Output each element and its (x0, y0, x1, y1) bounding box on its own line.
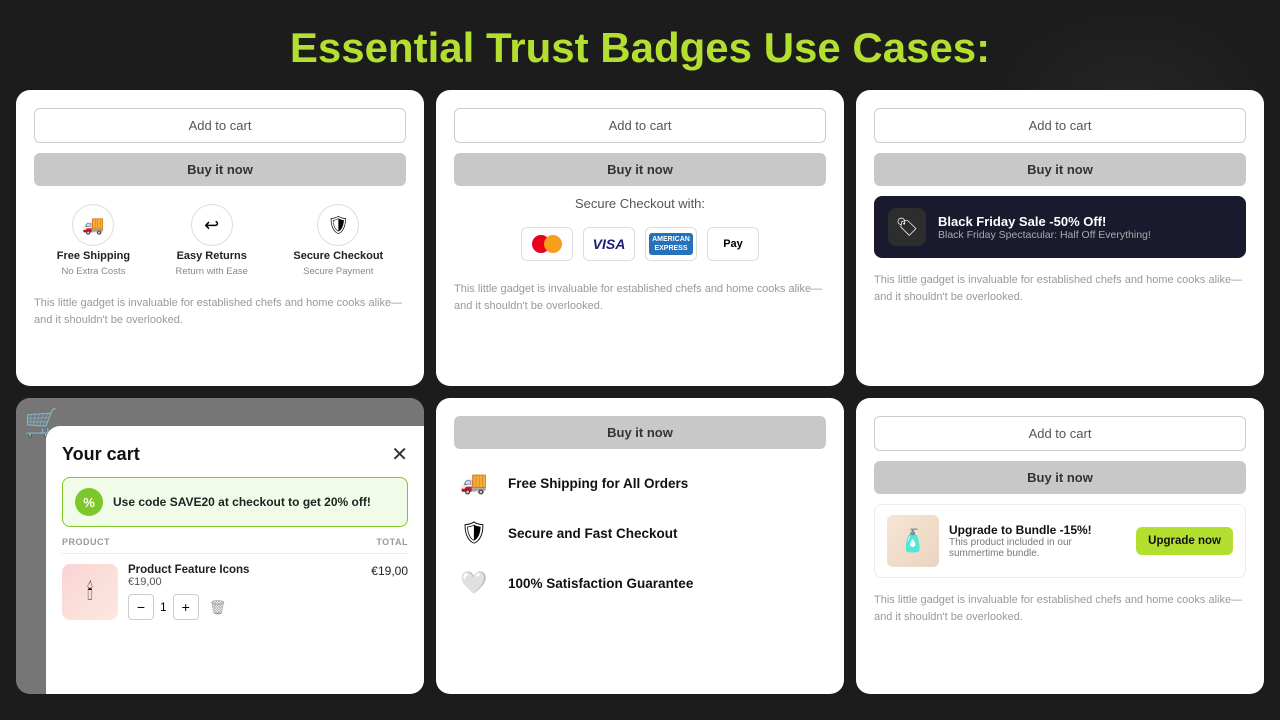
badge-secure: 🛡 Secure Checkout Secure Payment (293, 204, 383, 277)
mastercard-icon (521, 227, 573, 261)
card3-desc: This little gadget is invaluable for est… (874, 272, 1246, 305)
buy-now-button-1[interactable]: Buy it now (34, 153, 406, 186)
bundle-banner: 🧴 Upgrade to Bundle -15%! This product i… (874, 504, 1246, 578)
feature-satisfaction-icon: 🤍 (454, 563, 494, 603)
trust-icons-row: 🚚 Free Shipping No Extra Costs ↩ Easy Re… (34, 196, 406, 281)
promo-icon: % (75, 488, 103, 516)
cart-item-name: Product Feature Icons (128, 564, 361, 576)
bundle-title: Upgrade to Bundle -15%! (949, 523, 1126, 537)
feature-secure-label: Secure and Fast Checkout (508, 526, 678, 541)
buy-now-button-6[interactable]: Buy it now (874, 461, 1246, 494)
cart-popup: Your cart ✕ % Use code SAVE20 at checkou… (46, 426, 424, 694)
quantity-value: 1 (160, 600, 167, 614)
add-to-cart-button-2[interactable]: Add to cart (454, 108, 826, 143)
shipping-label: Free Shipping (57, 250, 130, 262)
card-trust-badges: Add to cart Buy it now 🚚 Free Shipping N… (16, 90, 424, 386)
promo-text: Use code SAVE20 at checkout to get 20% o… (113, 495, 371, 509)
bf-subtitle: Black Friday Spectacular: Half Off Every… (938, 229, 1151, 241)
card-bundle: Add to cart Buy it now 🧴 Upgrade to Bund… (856, 398, 1264, 694)
badge-shipping: 🚚 Free Shipping No Extra Costs (57, 204, 130, 277)
card1-desc: This little gadget is invaluable for est… (34, 295, 406, 328)
buy-now-button-3[interactable]: Buy it now (874, 153, 1246, 186)
apple-pay-icon: Pay (707, 227, 759, 261)
bf-badge-icon: 🏷 (888, 208, 926, 246)
cart-item-price: €19,00 (128, 576, 361, 588)
mc-orange-circle (544, 235, 562, 253)
bundle-subtitle: This product included in our summertime … (949, 537, 1126, 559)
card-features: Buy it now 🚚 Free Shipping for All Order… (436, 398, 844, 694)
quantity-decrease-button[interactable]: − (128, 594, 154, 620)
shipping-icon: 🚚 (72, 204, 114, 246)
remove-item-button[interactable]: 🗑 (209, 599, 227, 616)
card6-desc: This little gadget is invaluable for est… (874, 592, 1246, 625)
bundle-info: Upgrade to Bundle -15%! This product inc… (949, 523, 1126, 559)
cart-item-details: Product Feature Icons €19,00 − 1 + 🗑 (128, 564, 361, 620)
secure-icon: 🛡 (317, 204, 359, 246)
secure-label: Secure Checkout (293, 250, 383, 262)
bundle-image: 🧴 (887, 515, 939, 567)
card-cart: 🛒 Your cart ✕ % Use code SAVE20 at check… (16, 398, 424, 694)
cart-title: Your cart (62, 444, 140, 465)
add-to-cart-button-1[interactable]: Add to cart (34, 108, 406, 143)
feature-satisfaction: 🤍 100% Satisfaction Guarantee (454, 563, 826, 603)
col-product: PRODUCT (62, 537, 110, 547)
feature-list: 🚚 Free Shipping for All Orders 🛡 Secure … (454, 459, 826, 603)
returns-icon: ↩ (191, 204, 233, 246)
feature-shipping-label: Free Shipping for All Orders (508, 476, 688, 491)
bf-text: Black Friday Sale -50% Off! Black Friday… (938, 214, 1151, 241)
feature-satisfaction-label: 100% Satisfaction Guarantee (508, 576, 693, 591)
page-title: Essential Trust Badges Use Cases: (0, 0, 1280, 90)
visa-label: VISA (593, 236, 626, 252)
shipping-sublabel: No Extra Costs (61, 266, 125, 277)
apple-pay-label: Pay (723, 238, 743, 250)
feature-shipping: 🚚 Free Shipping for All Orders (454, 463, 826, 503)
close-cart-button[interactable]: ✕ (391, 442, 408, 467)
visa-icon: VISA (583, 227, 635, 261)
cart-header: Your cart ✕ (62, 442, 408, 467)
badge-returns: ↩ Easy Returns Return with Ease (176, 204, 248, 277)
cart-item-row: 🕯 Product Feature Icons €19,00 − 1 + 🗑 €… (62, 564, 408, 620)
quantity-increase-button[interactable]: + (173, 594, 199, 620)
secure-checkout-label: Secure Checkout with: (454, 196, 826, 211)
buy-now-button-2[interactable]: Buy it now (454, 153, 826, 186)
buy-now-button-5[interactable]: Buy it now (454, 416, 826, 449)
mastercard-circles (532, 235, 562, 253)
payment-icons-row: VISA AMERICANEXPRESS Pay (454, 221, 826, 267)
title-part1: Essential Trust Badges (290, 24, 764, 71)
add-to-cart-button-6[interactable]: Add to cart (874, 416, 1246, 451)
returns-label: Easy Returns (177, 250, 247, 262)
add-to-cart-button-3[interactable]: Add to cart (874, 108, 1246, 143)
cart-item-total: €19,00 (371, 564, 408, 578)
card2-desc: This little gadget is invaluable for est… (454, 281, 826, 314)
card-black-friday: Add to cart Buy it now 🏷 Black Friday Sa… (856, 90, 1264, 386)
cart-item-image: 🕯 (62, 564, 118, 620)
upgrade-now-button[interactable]: Upgrade now (1136, 527, 1233, 555)
col-total: TOTAL (376, 537, 408, 547)
black-friday-banner: 🏷 Black Friday Sale -50% Off! Black Frid… (874, 196, 1246, 258)
returns-sublabel: Return with Ease (176, 266, 248, 277)
title-part2: Use Cases: (764, 24, 990, 71)
cards-grid: Add to cart Buy it now 🚚 Free Shipping N… (0, 90, 1280, 710)
feature-secure-icon: 🛡 (454, 513, 494, 553)
secure-sublabel: Secure Payment (303, 266, 373, 277)
bf-title: Black Friday Sale -50% Off! (938, 214, 1151, 229)
amex-icon: AMERICANEXPRESS (645, 227, 697, 261)
amex-label: AMERICANEXPRESS (649, 233, 693, 255)
promo-banner: % Use code SAVE20 at checkout to get 20%… (62, 477, 408, 527)
card-secure-checkout: Add to cart Buy it now Secure Checkout w… (436, 90, 844, 386)
quantity-control: − 1 + 🗑 (128, 594, 361, 620)
cart-table-header: PRODUCT TOTAL (62, 537, 408, 554)
feature-secure: 🛡 Secure and Fast Checkout (454, 513, 826, 553)
feature-shipping-icon: 🚚 (454, 463, 494, 503)
